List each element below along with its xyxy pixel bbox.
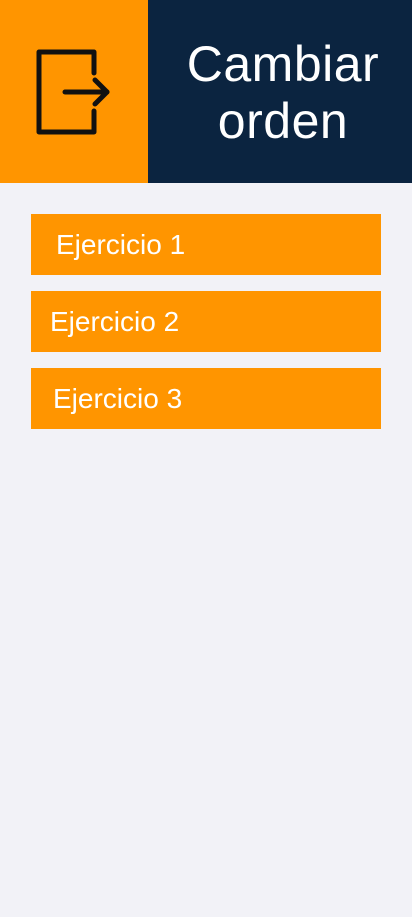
- exit-icon: [36, 49, 110, 134]
- exit-button[interactable]: [0, 0, 148, 183]
- exercise-list: Ejercicio 1 Ejercicio 2 Ejercicio 3: [31, 214, 381, 445]
- exercise-item-2[interactable]: Ejercicio 2: [31, 291, 381, 352]
- exercise-item-1[interactable]: Ejercicio 1: [31, 214, 381, 275]
- exercise-item-3[interactable]: Ejercicio 3: [31, 368, 381, 429]
- header: Cambiar orden: [0, 0, 412, 183]
- title-box: Cambiar orden: [148, 0, 412, 183]
- page-title: Cambiar orden: [186, 35, 380, 149]
